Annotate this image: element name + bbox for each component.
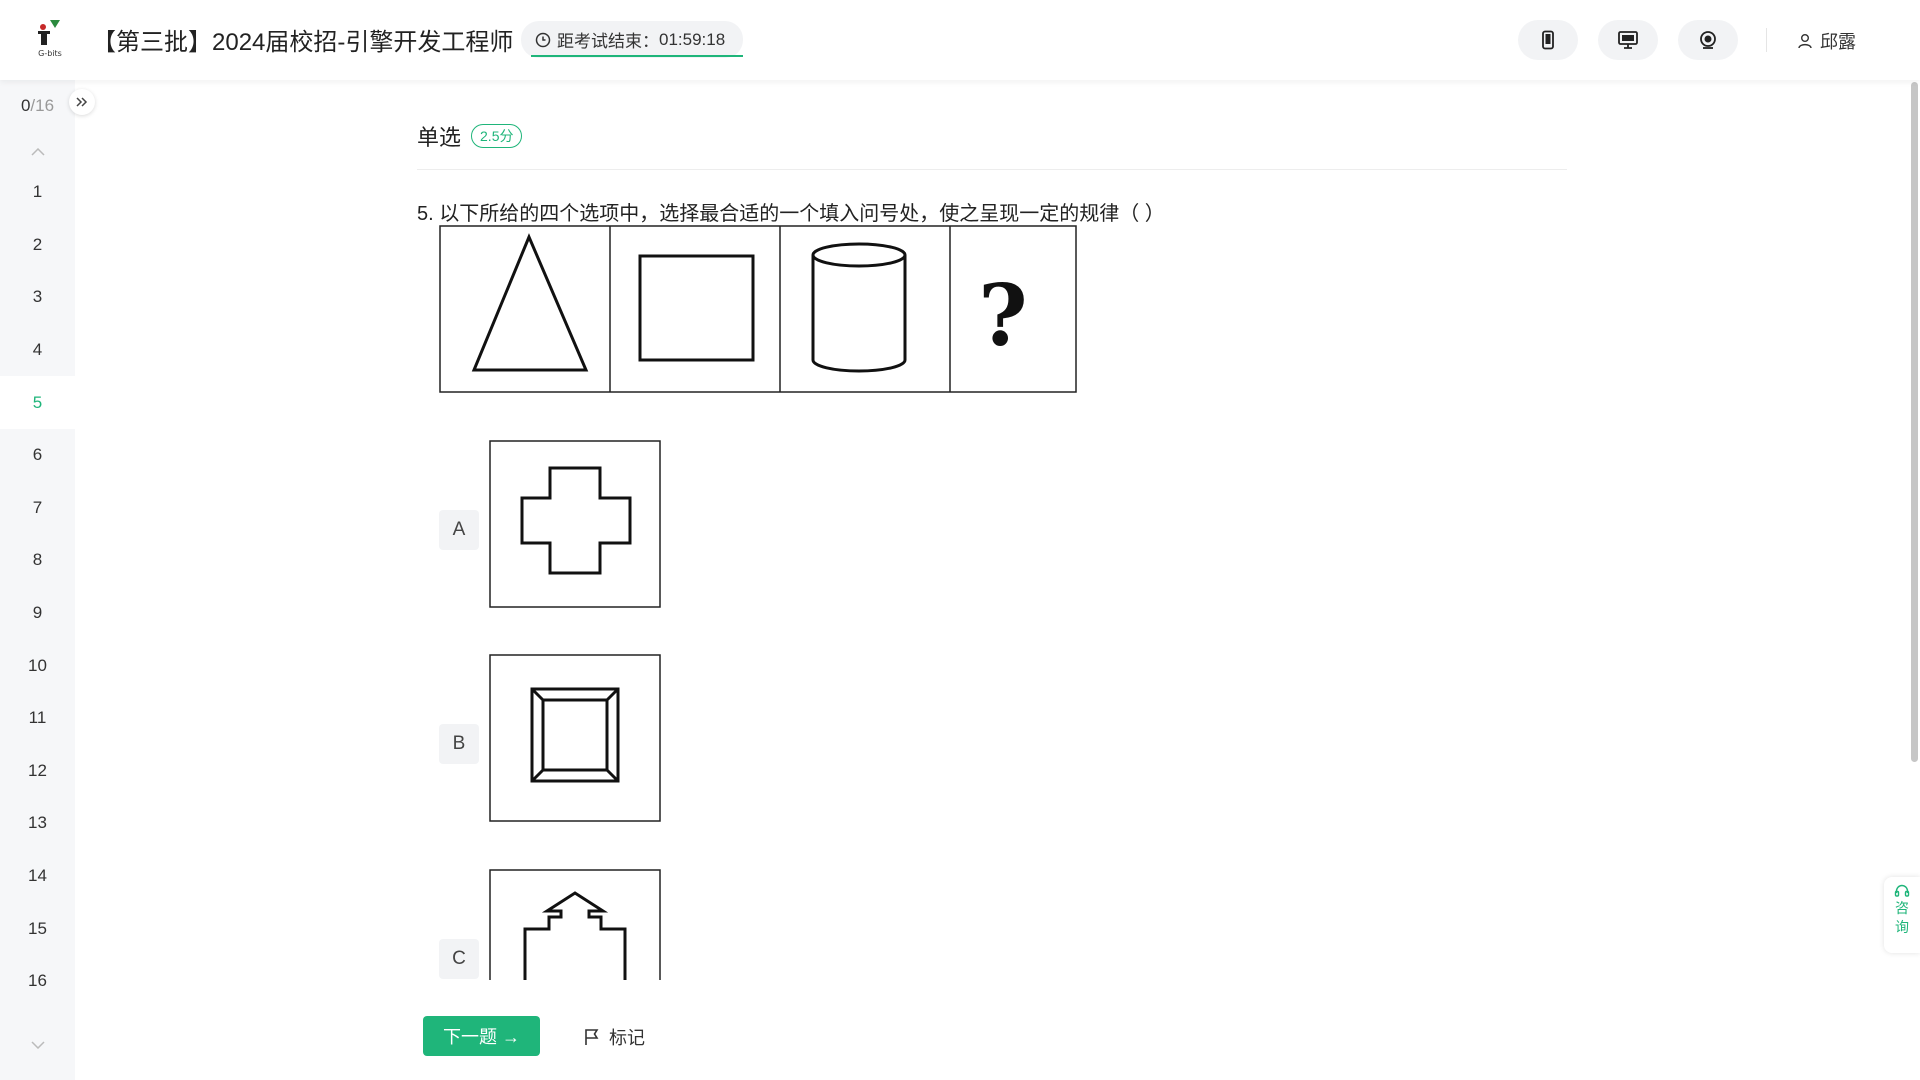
timer-label: 距考试结束： [557, 32, 659, 51]
mark-question-button[interactable]: 标记 [584, 1024, 645, 1050]
question-stem-figure: ? [439, 225, 1077, 393]
question-nav-item[interactable]: 6 [0, 429, 75, 482]
question-nav-item[interactable]: 1 [0, 166, 75, 219]
question-nav-item[interactable]: 14 [0, 850, 75, 903]
user-name: 邱露 [1820, 32, 1856, 52]
screen-monitor-button[interactable] [1598, 20, 1658, 60]
question-list: 1 2 3 4 5 6 7 8 9 10 11 12 13 14 15 16 [0, 166, 75, 1008]
top-header: G-bits 【第三批】2024届校招-引擎开发工程师 距考试结束： 01:59… [0, 0, 1920, 80]
exam-title: 【第三批】2024届校招-引擎开发工程师 [92, 29, 514, 56]
chevron-up-icon [30, 148, 45, 156]
camera-icon [1700, 31, 1716, 49]
question-nav-item[interactable]: 10 [0, 639, 75, 692]
option-c-image[interactable] [489, 869, 661, 980]
question-nav-item[interactable]: 9 [0, 587, 75, 640]
question-mark-shape: ? [978, 266, 1027, 365]
expand-sidebar-button[interactable] [69, 89, 95, 115]
score-badge: 2.5分 [471, 124, 523, 148]
question-text: 5. 以下所给的四个选项中，选择最合适的一个填入问号处，使之呈现一定的规律（ ） [417, 203, 1165, 225]
options-list: A B C [439, 440, 939, 980]
question-type: 单选 [417, 125, 462, 150]
headset-icon [1894, 884, 1910, 897]
scroll-down-button[interactable] [0, 1030, 75, 1060]
answer-progress: 0/16 [0, 96, 75, 116]
question-nav-item[interactable]: 13 [0, 797, 75, 850]
divider [417, 169, 1567, 170]
clock-icon [535, 32, 551, 47]
option-letter[interactable]: C [439, 939, 479, 979]
total-count: /16 [30, 96, 55, 115]
phone-icon [1542, 30, 1554, 50]
option-b-image[interactable] [489, 654, 661, 822]
phone-monitor-button[interactable] [1518, 20, 1578, 60]
question-nav-item[interactable]: 5 [0, 376, 75, 429]
consult-label-2: 询 [1895, 919, 1909, 935]
logo-mark-icon [38, 20, 60, 45]
flag-icon [585, 1029, 599, 1045]
chevron-down-icon [30, 1041, 45, 1049]
monitor-icon [1618, 31, 1638, 49]
question-nav-item[interactable]: 8 [0, 534, 75, 587]
option-letter[interactable]: B [439, 724, 479, 764]
countdown-timer: 距考试结束： 01:59:18 [521, 21, 744, 58]
question-type-line: 单选 2.5分 [417, 120, 523, 152]
consult-label-1: 咨 [1895, 900, 1909, 916]
question-nav-item[interactable]: 2 [0, 219, 75, 272]
answered-count: 0 [20, 96, 31, 115]
user-icon [1798, 34, 1812, 49]
question-nav-item[interactable]: 7 [0, 482, 75, 535]
scroll-up-button[interactable] [0, 137, 75, 167]
logo-text: G-bits [38, 49, 62, 58]
option-letter[interactable]: A [439, 510, 479, 550]
page-scrollbar[interactable] [1911, 82, 1918, 762]
question-nav-item[interactable]: 3 [0, 271, 75, 324]
timer-underline [531, 55, 743, 57]
consult-button[interactable]: 咨 询 [1884, 877, 1920, 953]
question-nav-sidebar: 0/16 1 2 3 4 5 6 7 8 9 10 11 12 13 14 15 16 [0, 80, 75, 1080]
user-menu[interactable]: 邱露 [1797, 28, 1856, 54]
question-nav-item[interactable]: 4 [0, 324, 75, 377]
header-divider [1766, 28, 1767, 52]
mark-label: 标记 [609, 1028, 645, 1048]
question-nav-item[interactable]: 12 [0, 745, 75, 798]
option-a-image[interactable] [489, 440, 661, 608]
timer-value: 01:59:18 [659, 29, 726, 49]
double-chevron-right-icon [76, 97, 88, 107]
camera-monitor-button[interactable] [1678, 20, 1738, 60]
question-nav-item[interactable]: 16 [0, 955, 75, 1008]
company-logo: G-bits [30, 18, 70, 64]
question-nav-item[interactable]: 15 [0, 902, 75, 955]
next-question-button[interactable]: 下一题 → [423, 1016, 540, 1056]
question-nav-item[interactable]: 11 [0, 692, 75, 745]
